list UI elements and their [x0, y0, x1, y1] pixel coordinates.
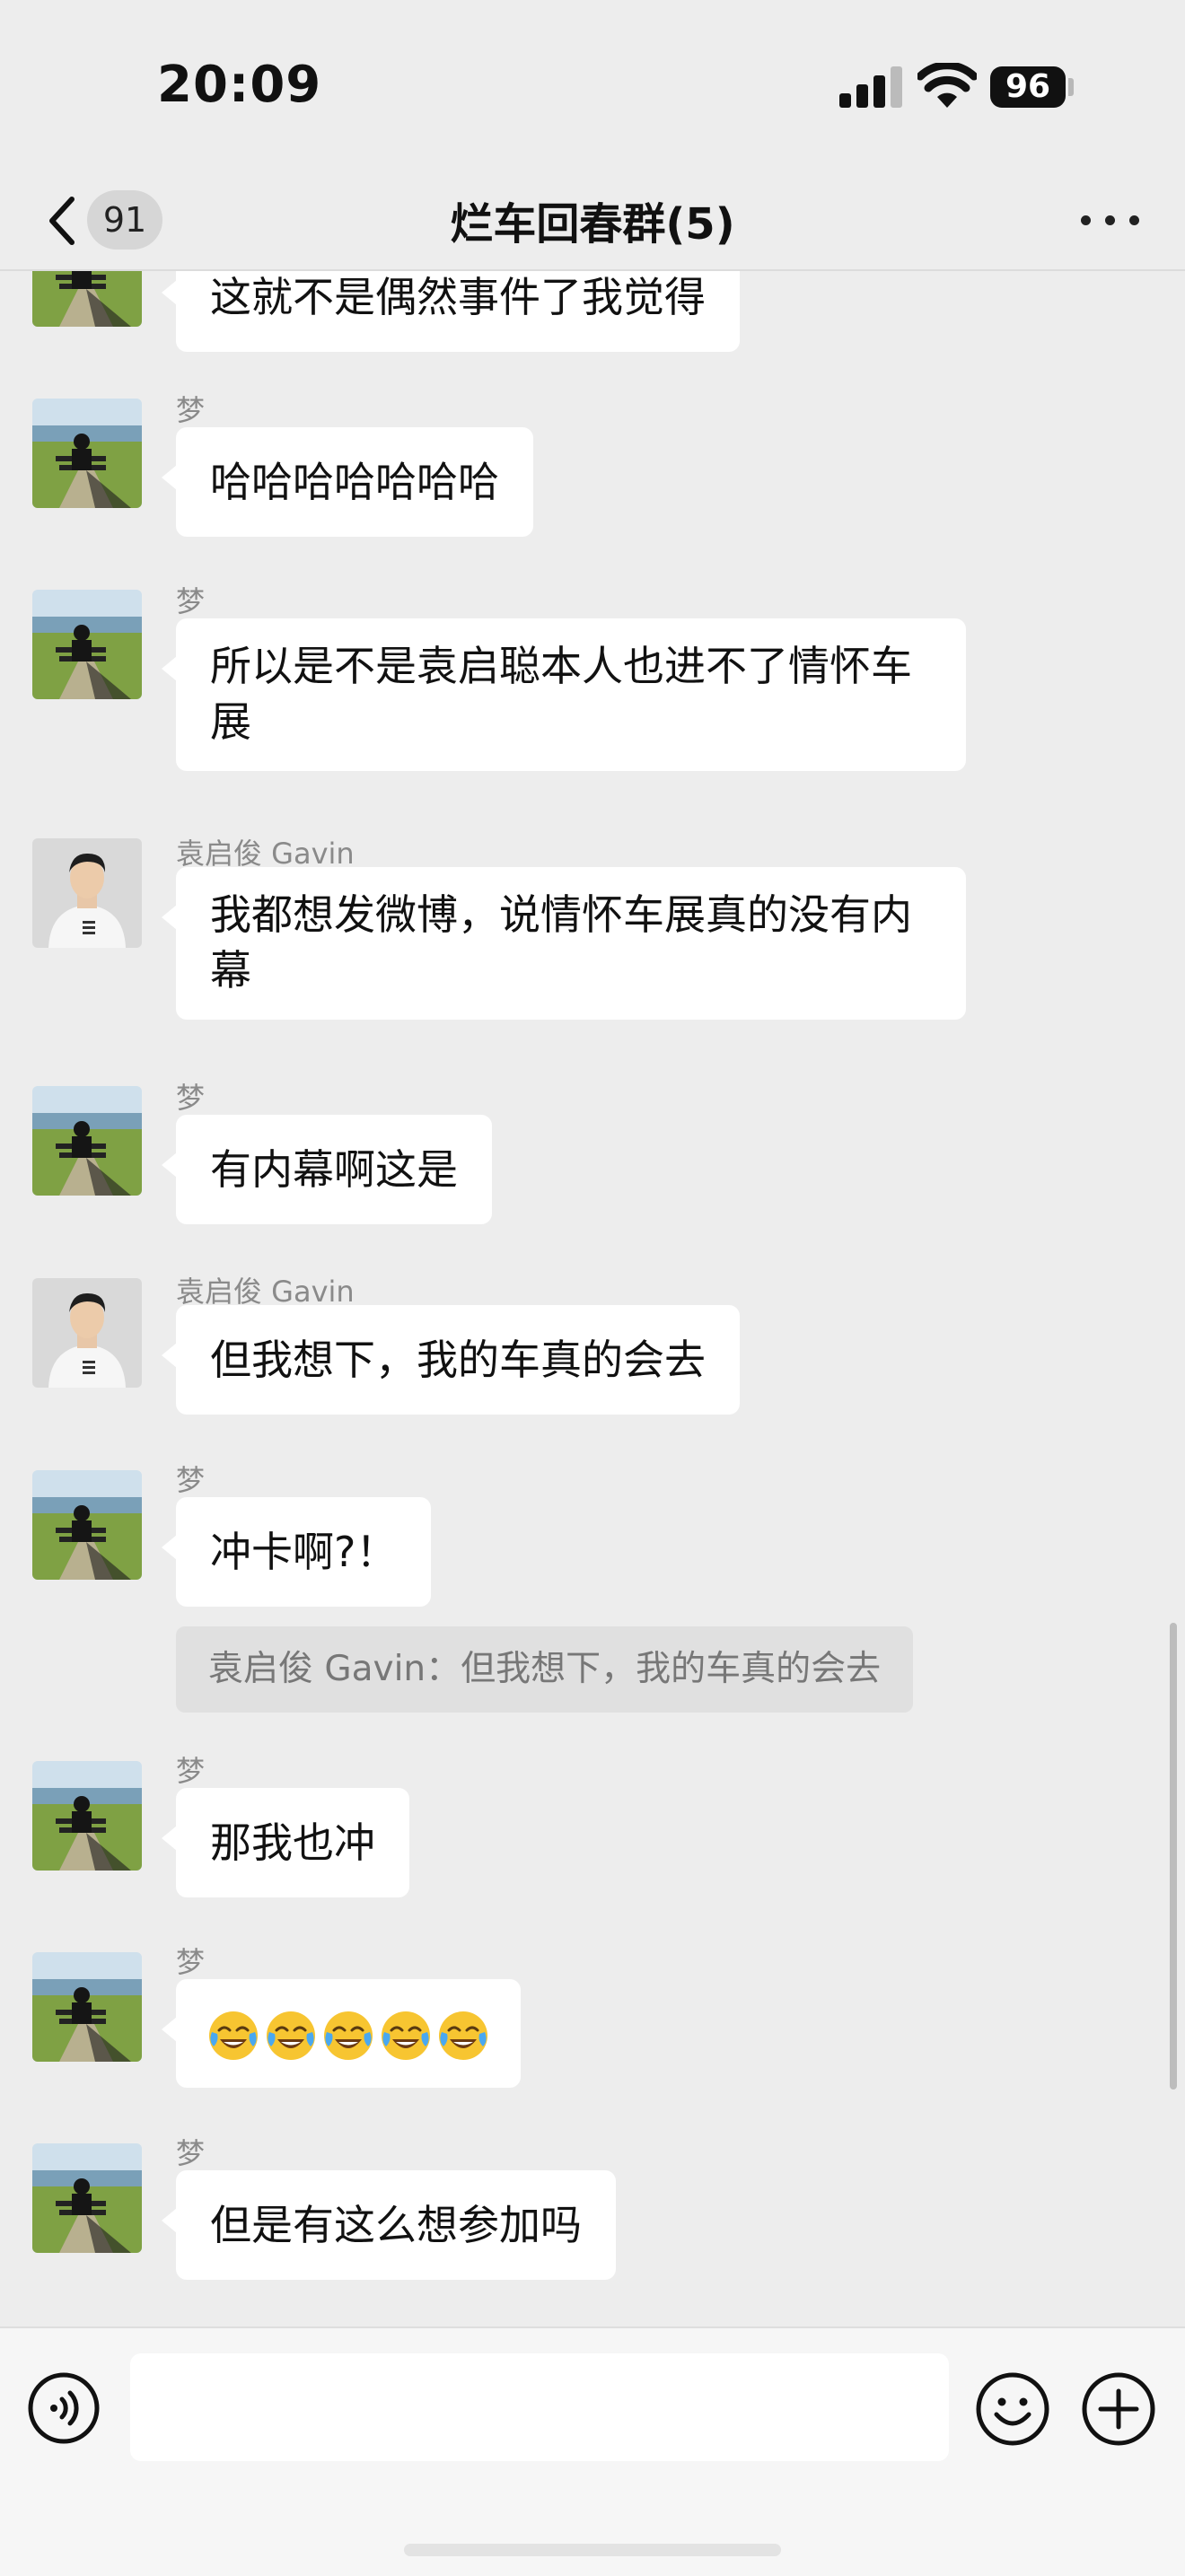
sender-name: 梦: [176, 1463, 206, 1497]
status-time: 20:09: [157, 56, 322, 114]
more-options-button[interactable]: [1077, 197, 1144, 242]
landscape-avatar-image: [32, 1761, 142, 1871]
message-bubble[interactable]: 但是有这么想参加吗: [162, 2170, 616, 2280]
cellular-signal-icon: [839, 66, 902, 108]
avatar-meng[interactable]: [32, 2143, 142, 2253]
chat-title: 烂车回春群(5): [450, 199, 735, 250]
avatar-gavin[interactable]: [32, 1278, 142, 1388]
landscape-avatar-image: [32, 271, 142, 327]
avatar-meng[interactable]: [32, 1086, 142, 1196]
wifi-icon: [917, 63, 977, 108]
landscape-avatar-image: [32, 399, 142, 508]
back-button[interactable]: 91: [36, 183, 171, 257]
message-bubble[interactable]: 冲卡啊?！: [161, 1497, 432, 1607]
sender-name: 梦: [176, 1081, 206, 1115]
battery-indicator: 96: [990, 66, 1066, 108]
message-bubble[interactable]: 这就不是偶然事件了我觉得: [162, 271, 740, 352]
message-bubble[interactable]: 但我想下，我的车真的会去: [162, 1305, 740, 1415]
message-text-field[interactable]: [130, 2353, 949, 2461]
avatar-meng[interactable]: [32, 399, 142, 508]
scrollbar-thumb[interactable]: [1170, 1623, 1177, 2090]
battery-tip: [1068, 78, 1074, 96]
avatar-meng[interactable]: [32, 1470, 142, 1580]
landscape-avatar-image: [32, 2143, 142, 2253]
tears-of-joy-emoji-icon: [324, 2011, 373, 2060]
message-bubble[interactable]: 我都想发微博，说情怀车展真的没有内幕: [162, 867, 966, 1020]
sender-name: 梦: [176, 1754, 206, 1788]
message-bubble[interactable]: 哈哈哈哈哈哈哈: [162, 427, 533, 537]
quoted-reply[interactable]: 袁启俊 Gavin：但我想下，我的车真的会去: [176, 1626, 914, 1713]
message-bubble[interactable]: 那我也冲: [162, 1788, 409, 1897]
home-indicator: [404, 2544, 781, 2556]
tears-of-joy-emoji-icon: [382, 2011, 430, 2060]
voice-input-icon[interactable]: [27, 2371, 101, 2445]
message-bubble[interactable]: 所以是不是袁启聪本人也进不了情怀车展: [162, 618, 966, 771]
unread-count-badge: 91: [87, 190, 162, 250]
message-bubble[interactable]: 有内幕啊这是: [162, 1115, 492, 1224]
sender-name: 梦: [176, 393, 206, 427]
chevron-left-icon: [49, 197, 75, 245]
sender-name: 梦: [176, 584, 206, 618]
avatar-meng[interactable]: [32, 1761, 142, 1871]
status-bar: 20:09 96: [0, 0, 1185, 171]
landscape-avatar-image: [32, 590, 142, 699]
sender-name: 梦: [176, 1945, 206, 1979]
avatar-gavin[interactable]: [32, 838, 142, 948]
more-actions-plus-icon[interactable]: [1081, 2371, 1156, 2447]
emoji-picker-icon[interactable]: [975, 2371, 1050, 2447]
avatar-meng[interactable]: [32, 1952, 142, 2062]
portrait-avatar-image: [32, 838, 142, 948]
landscape-avatar-image: [32, 1470, 142, 1580]
avatar-meng[interactable]: [32, 590, 142, 699]
tears-of-joy-emoji-icon: [209, 2011, 258, 2060]
tears-of-joy-emoji-icon: [267, 2011, 315, 2060]
landscape-avatar-image: [32, 1952, 142, 2062]
emoji-row: [206, 2009, 490, 2063]
message-input-bar: [0, 2326, 1185, 2576]
portrait-avatar-image: [32, 1278, 142, 1388]
tears-of-joy-emoji-icon: [439, 2011, 487, 2060]
sender-name: 梦: [176, 2136, 206, 2170]
landscape-avatar-image: [32, 1086, 142, 1196]
message-bubble-emoji[interactable]: [162, 1979, 521, 2088]
avatar-meng[interactable]: [32, 271, 142, 327]
chat-header: 91 烂车回春群(5): [0, 171, 1185, 271]
message-list[interactable]: 这就不是偶然事件了我觉得 梦 哈哈哈哈哈哈哈 梦 所以是不是袁启聪本人也进不了情…: [0, 271, 1185, 2326]
